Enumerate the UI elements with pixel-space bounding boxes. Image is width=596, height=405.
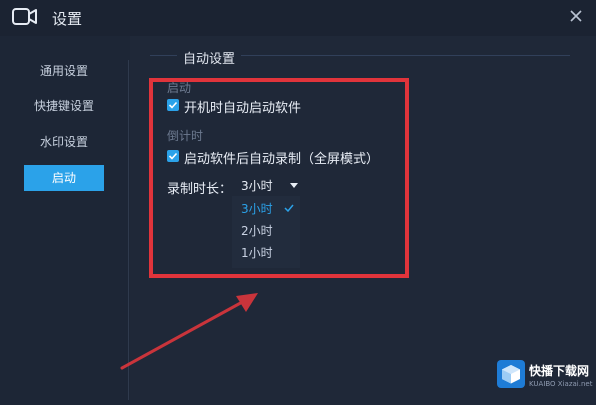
watermark-logo-subtext: KUAIBO Xiazai.net: [529, 380, 593, 388]
window-title: 设置: [52, 10, 83, 28]
sidebar-item-startup[interactable]: 启动: [24, 165, 104, 191]
sidebar-item-general[interactable]: 通用设置: [24, 58, 104, 84]
sidebar-item-shortcuts[interactable]: 快捷键设置: [24, 93, 104, 119]
sidebar-divider: [128, 60, 129, 400]
watermark-logo: 快播下载网 KUAIBO Xiazai.net: [497, 358, 593, 398]
cube-logo-icon: [497, 360, 525, 388]
auto-settings-title: 自动设置: [177, 48, 242, 67]
sidebar: 通用设置 快捷键设置 水印设置 启动: [0, 36, 130, 405]
sidebar-item-watermark[interactable]: 水印设置: [24, 129, 104, 155]
close-icon[interactable]: [566, 6, 586, 26]
title-bar: 设置: [0, 0, 596, 36]
annotation-highlight-box: [149, 78, 409, 278]
video-camera-icon: [12, 6, 38, 28]
watermark-logo-text: 快播下载网: [529, 364, 590, 378]
